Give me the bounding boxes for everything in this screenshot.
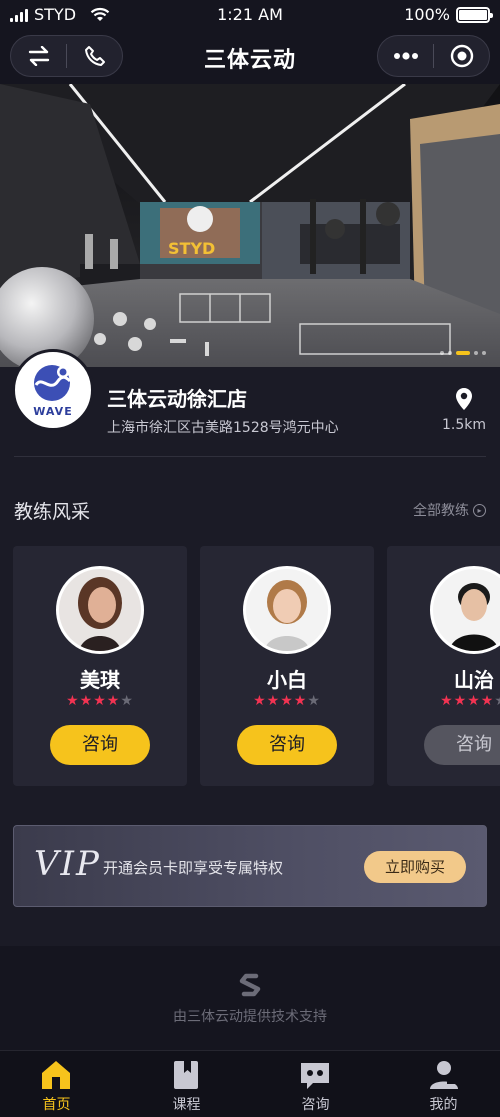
- coach-avatar: [430, 566, 500, 654]
- carousel-indicator[interactable]: [440, 351, 486, 355]
- chevron-right-icon: ▸: [473, 503, 486, 517]
- coach-carousel[interactable]: 美琪 ★★★★★ 咨询 小白 ★★★★★ 咨询 山治 ★★★★ 咨询: [13, 546, 500, 786]
- all-coaches-link[interactable]: 全部教练 ▸: [413, 500, 486, 520]
- store-card[interactable]: WAVE 三体云动徐汇店 上海市徐汇区古美路1528号鸿元中心 1.5km: [0, 349, 500, 459]
- nav-right-capsule: [377, 35, 490, 77]
- all-coaches-label: 全部教练: [413, 503, 469, 519]
- divider: [14, 456, 486, 457]
- coach-rating: ★★★★★: [66, 693, 134, 709]
- mural-text: STYD: [168, 239, 215, 258]
- tab-label: 首页: [42, 1097, 71, 1113]
- target-circle-icon[interactable]: [434, 36, 489, 76]
- nav-bar: 三体云动: [0, 30, 500, 84]
- coach-name: 美琪: [80, 668, 120, 692]
- consult-button[interactable]: 咨询: [424, 725, 500, 765]
- status-bar: STYD 1:21 AM 100%: [0, 0, 500, 30]
- coach-avatar: [56, 566, 144, 654]
- home-icon: [42, 1061, 70, 1089]
- consult-button[interactable]: 咨询: [50, 725, 150, 765]
- store-logo: WAVE: [12, 349, 94, 431]
- coach-card[interactable]: 小白 ★★★★★ 咨询: [200, 546, 374, 786]
- battery-percent: 100%: [404, 5, 450, 24]
- footer: 由三体云动提供技术支持: [0, 946, 500, 1050]
- section-title-coaches: 教练风采: [14, 501, 91, 523]
- tab-courses[interactable]: 课程: [125, 1051, 250, 1117]
- coach-card[interactable]: 山治 ★★★★★ 咨询: [387, 546, 500, 786]
- coach-avatar: [243, 566, 331, 654]
- chat-icon: [301, 1063, 329, 1089]
- tab-bar: 首页 课程 咨询 我的: [0, 1050, 500, 1117]
- coach-name: 山治: [454, 668, 494, 692]
- coach-rating: ★★★★★: [440, 693, 500, 709]
- tab-mine[interactable]: 我的: [375, 1051, 500, 1117]
- gym-photo: STYD: [0, 84, 500, 367]
- consult-button[interactable]: 咨询: [237, 725, 337, 765]
- tab-label: 咨询: [301, 1097, 330, 1113]
- coach-name: 小白: [267, 668, 307, 692]
- coach-card[interactable]: 美琪 ★★★★★ 咨询: [13, 546, 187, 786]
- tab-home[interactable]: 首页: [0, 1051, 125, 1117]
- tab-label: 课程: [172, 1097, 201, 1113]
- tab-consult[interactable]: 咨询: [250, 1051, 375, 1117]
- brand-s-icon: [239, 973, 261, 997]
- vip-banner[interactable]: VIP 开通会员卡即享受专属特权 立即购买: [13, 825, 487, 907]
- store-address: 上海市徐汇区古美路1528号鸿元中心: [107, 420, 339, 436]
- more-dots-icon[interactable]: [378, 36, 433, 76]
- status-right: 100%: [404, 5, 493, 24]
- user-icon: [430, 1061, 458, 1089]
- book-icon: [174, 1061, 198, 1089]
- battery-icon: [456, 6, 493, 23]
- vip-text: 开通会员卡即享受专属特权: [103, 859, 284, 877]
- coach-rating: ★★★★★: [253, 693, 321, 709]
- location-pin-icon[interactable]: [455, 387, 473, 411]
- store-distance: 1.5km: [441, 417, 486, 433]
- hero-banner[interactable]: STYD: [0, 84, 500, 367]
- store-logo-text: WAVE: [33, 404, 73, 418]
- footer-text: 由三体云动提供技术支持: [173, 1009, 327, 1025]
- store-name: 三体云动徐汇店: [107, 387, 247, 411]
- wave-logo-icon: [34, 364, 72, 401]
- tab-label: 我的: [429, 1097, 458, 1113]
- vip-mark: VIP: [34, 844, 101, 884]
- buy-now-button[interactable]: 立即购买: [364, 851, 466, 883]
